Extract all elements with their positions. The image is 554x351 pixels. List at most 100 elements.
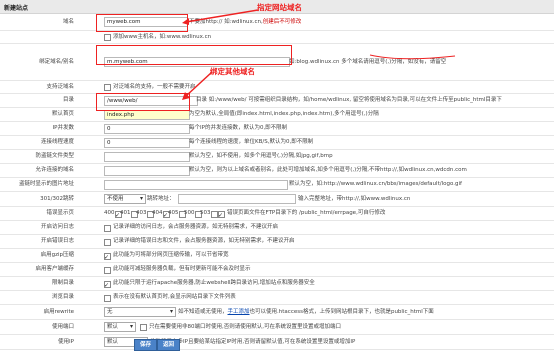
row-access-log: 开启访问日志 记录详细的访问日志，会占服务器资源，如无特别需求，不建议开启 bbox=[0, 221, 554, 235]
error-log-label: 开启错误日志 bbox=[40, 238, 74, 244]
domain-label: 域名 bbox=[62, 19, 74, 25]
port-label: 使用端口 bbox=[51, 324, 74, 330]
alias-highlight-box bbox=[96, 45, 292, 65]
row-redirect: 301/302跳转 不使用 跳转地址： 输入完整地址，带http://,如www… bbox=[0, 192, 554, 207]
port-checkbox[interactable] bbox=[140, 324, 147, 331]
default-page-highlight-box bbox=[96, 93, 190, 111]
server-cache-label: 启用客户端缓存 bbox=[35, 266, 74, 272]
error-page-enable-checkbox[interactable] bbox=[218, 209, 225, 222]
alias-underline bbox=[369, 54, 456, 60]
domain-annotation: 指定网站域名 bbox=[257, 3, 302, 12]
gzip-label: 启用gzip压缩 bbox=[40, 252, 74, 258]
error-code-404-label: 404 bbox=[152, 210, 163, 216]
redirect-addr-input[interactable] bbox=[178, 194, 296, 204]
row-bind-ip: 使用IP 默认 此功能只在多IP且要给某站指定IP时用,否则请留默认值,可在系统… bbox=[0, 335, 554, 350]
server-cache-text: 此功能可减轻服务器负载，但有时更新可能不会及时显示 bbox=[113, 266, 251, 272]
error-page-enable-label: 错误页面文件在FTP目录下的 /public_html/errpage,可自行修… bbox=[227, 210, 386, 216]
add-www-checkbox[interactable] bbox=[104, 34, 111, 41]
row-port: 使用端口 默认 只在需要使用非80端口时使用,否则请使用默认,可在系统设置里设置… bbox=[0, 320, 554, 335]
pan-domain-label: 支持泛域名 bbox=[46, 84, 74, 90]
hotlink-image-input[interactable] bbox=[104, 180, 288, 190]
ip-conn-label: IP并发数 bbox=[52, 125, 74, 131]
bind-ip-hint: 此功能只在多IP且要给某站指定IP时用,否则请留默认值,可在系统设置里设置或增加… bbox=[150, 339, 356, 345]
limit-dir-label: 限制目录 bbox=[51, 280, 74, 286]
rewrite-hint: 如不知道或无使用，手工添加也可以使用.htaccess格式，上传到网站根目录下，… bbox=[178, 309, 434, 315]
section-title: 新建站点 bbox=[4, 5, 29, 12]
access-log-checkbox[interactable] bbox=[104, 225, 111, 232]
default-page-input[interactable]: index.php bbox=[104, 110, 190, 120]
conn-speed-hint: 每个连接线程的速度，单位KB/S,默认为0,即不限制 bbox=[189, 139, 314, 145]
dir-browse-label: 浏览目录 bbox=[51, 294, 74, 300]
row-dir: 目录 /www/web/ 目录 如:/www/web/ 可按需组织目录结构，如/… bbox=[0, 94, 554, 108]
redirect-hint: 输入完整地址，带http://,如www.wdlinux.cn bbox=[298, 196, 411, 202]
row-error-log: 开启错误日志 记录详细的错误日志和文件，会占服务器资源，如无特别需求，不建议开启 bbox=[0, 235, 554, 249]
error-log-text: 记录详细的错误日志和文件，会占服务器资源，如无特别需求，不建议开启 bbox=[113, 238, 295, 244]
dir-label: 目录 bbox=[62, 97, 74, 103]
rewrite-select[interactable]: 无 bbox=[104, 307, 176, 317]
error-code-403-label: 403 bbox=[136, 210, 147, 216]
row-add-www: 添加www主机名，如:www.wdlinux.cn bbox=[0, 31, 554, 44]
gzip-text: 此功能为可将部分网页压缩传输，可以节省带宽 bbox=[113, 252, 229, 258]
error-code-405-label: 405 bbox=[168, 210, 179, 216]
hotlink-types-input[interactable] bbox=[104, 152, 190, 162]
error-code-500-label: 500 bbox=[184, 210, 195, 216]
row-allow-domains: 允许连接的域名 默认为空，则为以上域名或者别名，此处可增加域名,如多个用逗号(,… bbox=[0, 164, 554, 178]
allow-domains-input[interactable] bbox=[104, 166, 190, 176]
row-hotlink-image: 盗链时显示的图片地址 默认为空，如:http://www.wdlinux.cn/… bbox=[0, 178, 554, 192]
dir-hint: 目录 如:/www/web/ 可按需组织目录结构，如/home/wdlinux,… bbox=[196, 97, 502, 103]
row-conn-speed: 连接线程速度 0 每个连接线程的速度，单位KB/S,默认为0,即不限制 bbox=[0, 136, 554, 150]
gzip-checkbox[interactable] bbox=[104, 251, 111, 264]
allow-domains-hint: 默认为空，则为以上域名或者别名，此处可增加域名,如多个用逗号(,)分隔,不带ht… bbox=[189, 167, 467, 173]
domain-highlight-box bbox=[96, 14, 188, 32]
default-page-hint: 为空为默认,全局值(即index.html,index.php,index.ht… bbox=[189, 111, 379, 117]
row-gzip: 启用gzip压缩 此功能为可将部分网页压缩传输，可以节省带宽 bbox=[0, 249, 554, 264]
row-error-page: 错误显示页 400 401 403 404 405 500 503 错误页面文件在FTP目录… bbox=[0, 207, 554, 222]
hotlink-image-label: 盗链时显示的图片地址 bbox=[18, 181, 74, 187]
conn-speed-input[interactable]: 0 bbox=[104, 138, 190, 148]
hotlink-types-label: 防盗链文件类型 bbox=[35, 153, 74, 159]
error-page-label: 错误显示页 bbox=[46, 210, 74, 216]
error-code-400-label: 400 bbox=[104, 210, 115, 216]
row-server-cache: 启用客户端缓存 此功能可减轻服务器负载，但有时更新可能不会及时显示 bbox=[0, 263, 554, 277]
server-cache-checkbox[interactable] bbox=[104, 267, 111, 274]
dir-browse-text: 表示在没有默认首页时,会显示网站目录下文件列表 bbox=[113, 294, 236, 300]
port-select[interactable]: 默认 bbox=[104, 322, 136, 332]
access-log-label: 开启访问日志 bbox=[40, 224, 74, 230]
dir-browse-checkbox[interactable] bbox=[104, 295, 111, 302]
domain-arrow bbox=[182, 9, 259, 25]
error-code-503-label: 503 bbox=[200, 210, 211, 216]
bind-ip-label: 使用IP bbox=[58, 339, 74, 345]
redirect-addr-label: 跳转地址： bbox=[147, 196, 175, 202]
error-code-503-checkbox[interactable] bbox=[211, 211, 218, 218]
row-rewrite: 启用rewrite 无 如不知道或无使用，手工添加也可以使用.htaccess格… bbox=[0, 305, 554, 320]
redirect-label: 301/302跳转 bbox=[40, 196, 74, 202]
row-default-page: 默认首页 index.php 为空为默认,全局值(即index.html,ind… bbox=[0, 108, 554, 122]
hotlink-image-hint: 默认为空，如:http://www.wdlinux.cn/bbs/images/… bbox=[289, 181, 462, 187]
alias-annotation: 绑定其他域名 bbox=[210, 67, 255, 76]
conn-speed-label: 连接线程速度 bbox=[40, 139, 74, 145]
error-code-401-label: 401 bbox=[120, 210, 131, 216]
allow-domains-label: 允许连接的域名 bbox=[35, 167, 74, 173]
row-pan-domain: 支持泛域名 对泛域名的支持，一般不需要开启 bbox=[0, 81, 554, 94]
add-www-label: 添加www主机名，如:www.wdlinux.cn bbox=[113, 34, 212, 40]
pan-domain-checkbox[interactable] bbox=[104, 84, 111, 91]
row-hotlink-types: 防盗链文件类型 默认为空，如不使用，如多个用逗号(,)分隔,如jpg,gif,b… bbox=[0, 150, 554, 164]
limit-dir-text: 此功能只限于运行apache服务器,防止webshell跨目录访问,增加站点和服… bbox=[113, 280, 315, 286]
hotlink-types-hint: 默认为空，如不使用，如多个用逗号(,)分隔,如jpg,gif,bmp bbox=[189, 153, 333, 159]
ip-conn-input[interactable]: 0 bbox=[104, 124, 190, 134]
error-log-checkbox[interactable] bbox=[104, 239, 111, 246]
limit-dir-checkbox[interactable] bbox=[104, 279, 111, 292]
rewrite-label: 启用rewrite bbox=[43, 309, 74, 315]
row-ip-conn: IP并发数 0 每个IP的并发连接数，默认为0,即不限制 bbox=[0, 122, 554, 136]
ip-conn-hint: 每个IP的并发连接数，默认为0,即不限制 bbox=[189, 125, 288, 131]
back-button[interactable]: 返回 bbox=[157, 339, 181, 351]
default-page-label: 默认首页 bbox=[51, 111, 74, 117]
redirect-select[interactable]: 不使用 bbox=[104, 194, 146, 204]
row-dir-browse: 浏览目录 表示在没有默认首页时,会显示网站目录下文件列表 bbox=[0, 291, 554, 305]
port-hint: 只在需要使用非80端口时使用,否则请使用默认,可在系统设置里设置或增加端口 bbox=[149, 324, 341, 330]
row-limit-dir: 限制目录 此功能只限于运行apache服务器,防止webshell跨目录访问,增… bbox=[0, 277, 554, 292]
access-log-text: 记录详细的访问日志，会占服务器资源，如无特别需求，不建议开启 bbox=[113, 224, 279, 230]
save-button[interactable]: 保存 bbox=[134, 339, 158, 351]
rewrite-manual-link[interactable]: 手工添加 bbox=[228, 309, 250, 315]
row-domain: 域名 myweb.com 不要加http:// 如:wdlinux.cn,创建后… bbox=[0, 14, 554, 31]
